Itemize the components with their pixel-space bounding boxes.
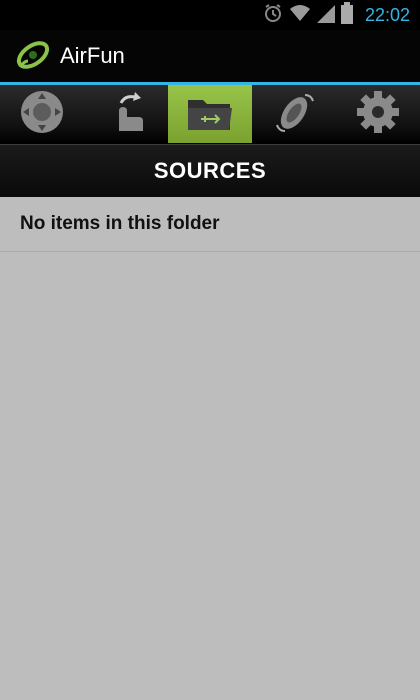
air-mouse-icon bbox=[271, 89, 317, 140]
signal-icon bbox=[316, 3, 335, 28]
tab-settings[interactable] bbox=[336, 85, 420, 143]
section-title: SOURCES bbox=[153, 158, 267, 183]
status-icons: 22:02 bbox=[263, 1, 410, 29]
remote-dpad-icon bbox=[19, 89, 65, 140]
folder-usb-icon bbox=[185, 90, 235, 139]
battery-icon bbox=[340, 1, 353, 29]
alarm-icon bbox=[263, 3, 283, 28]
section-header: SOURCES bbox=[0, 144, 420, 197]
tab-air-mouse[interactable] bbox=[252, 85, 336, 143]
airfun-logo-icon[interactable] bbox=[14, 35, 52, 78]
tab-sources[interactable] bbox=[168, 85, 252, 143]
tab-bar bbox=[0, 85, 420, 144]
empty-folder-message: No items in this folder bbox=[20, 213, 220, 234]
sources-list: No items in this folder bbox=[0, 197, 420, 252]
status-bar: 22:02 bbox=[0, 0, 420, 30]
touch-gesture-icon bbox=[103, 89, 149, 140]
app-title: AirFun bbox=[60, 43, 125, 68]
list-item: No items in this folder bbox=[0, 197, 420, 252]
tab-touch[interactable] bbox=[84, 85, 168, 143]
action-bar: AirFun bbox=[0, 30, 420, 85]
tab-remote[interactable] bbox=[0, 85, 84, 143]
status-time: 22:02 bbox=[364, 4, 410, 25]
settings-gear-icon bbox=[355, 89, 401, 140]
wifi-icon bbox=[289, 3, 311, 28]
